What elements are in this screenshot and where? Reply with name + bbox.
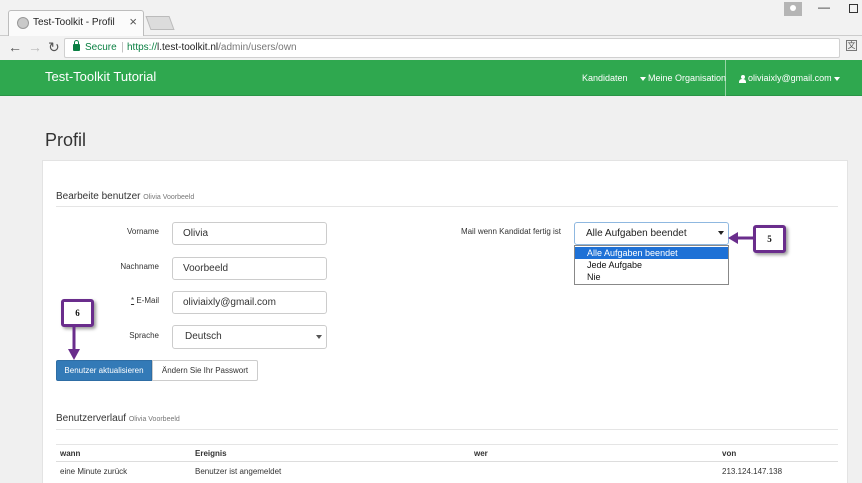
change-password-button[interactable]: Ändern Sie Ihr Passwort: [152, 360, 258, 381]
column-header: von: [722, 449, 737, 458]
mail-option[interactable]: Jede Aufgabe: [575, 259, 728, 271]
mail-option[interactable]: Alle Aufgaben beendet: [575, 247, 728, 259]
app-navbar: Test-Toolkit Tutorial Kandidaten Meine O…: [0, 60, 862, 96]
mail-option[interactable]: Nie: [575, 271, 728, 283]
user-icon: [739, 74, 746, 83]
address-bar: ← → ↻ Secure | https://l.test-toolkit.nl…: [0, 36, 862, 60]
reload-icon[interactable]: ↻: [48, 39, 60, 56]
tab-close-icon[interactable]: ×: [129, 14, 137, 29]
column-header: Ereignis: [195, 449, 227, 458]
back-icon[interactable]: ←: [8, 39, 22, 55]
update-user-button[interactable]: Benutzer aktualisieren: [56, 360, 152, 381]
page-title: Profil: [45, 130, 87, 150]
email-input[interactable]: [172, 291, 327, 314]
lastname-input[interactable]: [172, 257, 327, 280]
callout-arrow-6-icon: [68, 327, 80, 360]
user-menu[interactable]: oliviaixly@gmail.com: [739, 73, 842, 83]
mail-label: Mail wenn Kandidat fertig ist: [460, 227, 561, 236]
caret-down-icon: [640, 76, 646, 81]
table-top-border: [56, 444, 838, 445]
table-cell: eine Minute zurück: [60, 467, 128, 476]
profile-panel: [42, 160, 848, 483]
history-section-title: Benutzerverlauf Olivia Voorbeeld: [56, 413, 180, 424]
mail-dropdown-list: Alle Aufgaben beendet Jede Aufgabe Nie: [574, 245, 729, 285]
forward-icon[interactable]: →: [28, 39, 42, 55]
browser-tab-bar: Test-Toolkit - Profil × —: [0, 0, 862, 36]
new-tab-button[interactable]: [145, 16, 175, 30]
url-separator: |: [121, 41, 124, 53]
select-arrow-icon: [316, 335, 322, 339]
secure-label: Secure: [85, 42, 117, 53]
nav-link-kandidaten[interactable]: Kandidaten: [582, 73, 628, 83]
minimize-icon[interactable]: —: [818, 0, 830, 14]
nav-divider: [725, 60, 726, 96]
firstname-label: Vorname: [126, 227, 159, 236]
mail-select[interactable]: Alle Aufgaben beendet: [574, 222, 729, 245]
favicon-icon: [17, 17, 29, 29]
lastname-label: Nachname: [120, 262, 159, 271]
divider: [56, 429, 838, 430]
tab-title: Test-Toolkit - Profil: [33, 17, 115, 28]
callout-5: 5: [753, 225, 786, 253]
brand-title[interactable]: Test-Toolkit Tutorial: [45, 69, 156, 84]
caret-down-icon: [833, 76, 840, 81]
column-header: wer: [474, 449, 488, 458]
window-user-icon[interactable]: [784, 2, 802, 16]
maximize-icon[interactable]: [849, 4, 858, 13]
url-text: https://l.test-toolkit.nl/admin/users/ow…: [127, 42, 297, 53]
edit-section-title: Bearbeite benutzer Olivia Voorbeeld: [56, 191, 195, 202]
divider: [56, 206, 838, 207]
url-input[interactable]: Secure | https://l.test-toolkit.nl/admin…: [64, 38, 840, 58]
nav-link-organisation[interactable]: Meine Organisation: [638, 73, 726, 83]
table-header-border: [56, 461, 838, 462]
table-cell: Benutzer ist angemeldet: [195, 467, 282, 476]
language-select[interactable]: Deutsch: [172, 325, 327, 349]
callout-6: 6: [61, 299, 94, 327]
table-cell: 213.124.147.138: [722, 467, 783, 476]
column-header: wann: [60, 449, 81, 458]
language-label: Sprache: [129, 331, 159, 340]
firstname-input[interactable]: [172, 222, 327, 245]
browser-tab[interactable]: Test-Toolkit - Profil ×: [8, 10, 144, 36]
select-arrow-icon: [718, 231, 724, 235]
translate-icon[interactable]: 文: [846, 40, 857, 51]
lock-icon: [73, 40, 80, 51]
